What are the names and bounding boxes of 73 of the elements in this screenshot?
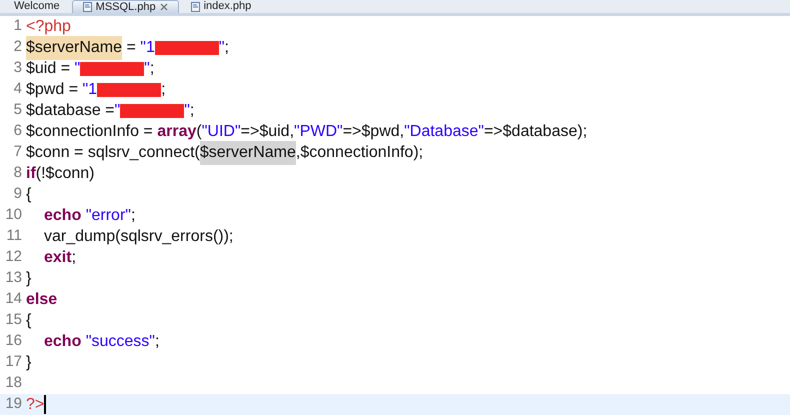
code-token: " xyxy=(184,100,190,120)
redaction-block xyxy=(97,82,162,96)
line-number: 8 xyxy=(12,163,23,184)
code-token: ; xyxy=(150,58,154,78)
line-number: 10 xyxy=(4,205,23,226)
line-number: 14 xyxy=(4,289,23,310)
code-token: " xyxy=(74,58,80,78)
code-token: " xyxy=(144,58,150,78)
redaction-block xyxy=(80,62,144,76)
code-token: ( xyxy=(196,122,202,142)
close-icon[interactable] xyxy=(160,3,168,11)
line-number: 3 xyxy=(12,58,23,78)
line-number: 4 xyxy=(12,79,23,100)
redaction-block xyxy=(120,104,184,118)
code-token: else xyxy=(26,290,58,310)
code-token: =>$database); xyxy=(484,122,588,142)
code-token: "PWD" xyxy=(294,122,343,142)
editor-tab[interactable]: MSSQL.php xyxy=(72,0,179,13)
code-token: (!$conn) xyxy=(36,164,94,184)
code-token: ; xyxy=(190,100,194,120)
code-token: ; xyxy=(72,248,76,268)
code-token: $pwd = xyxy=(26,80,80,100)
line-number: 16 xyxy=(4,331,23,352)
code-token: exit xyxy=(44,248,72,268)
code-token: { xyxy=(26,184,32,204)
line-number: 11 xyxy=(5,226,23,246)
code-token: "UID" xyxy=(202,122,241,142)
code-token: = xyxy=(125,38,137,58)
code-token: { xyxy=(26,310,32,330)
code-token: "Database" xyxy=(404,122,484,142)
line-number: 19 xyxy=(4,394,23,414)
code-token: "1 xyxy=(140,38,155,58)
code-token: $connectionInfo = xyxy=(26,122,154,142)
code-token: $conn = sqlsrv_connect( xyxy=(26,142,200,162)
code-token: } xyxy=(26,352,32,372)
line-number: 18 xyxy=(4,373,23,394)
code-token: if xyxy=(26,164,36,184)
code-token: "success" xyxy=(86,332,155,352)
code-token: ,$connectionInfo); xyxy=(296,142,424,162)
code-token: =>$uid, xyxy=(240,122,294,142)
code-token: <?php xyxy=(26,16,71,36)
code-token: ; xyxy=(224,38,229,58)
editor-tab[interactable]: Welcome xyxy=(4,0,70,13)
code-token: "1 xyxy=(82,80,98,100)
editor-tab[interactable]: index.php xyxy=(180,0,262,13)
line-number: 2 xyxy=(12,37,23,58)
code-token: ; xyxy=(161,80,166,100)
redaction-block xyxy=(154,40,219,54)
code-token: var_dump(sqlsrv_errors()); xyxy=(44,226,234,246)
code-token: =>$pwd, xyxy=(342,122,404,142)
code-token: $uid = xyxy=(26,58,72,78)
line-number: 6 xyxy=(12,121,23,142)
line-number: 15 xyxy=(4,310,23,330)
line-number: 13 xyxy=(4,268,23,288)
code-token: " xyxy=(114,100,120,120)
line-number: 7 xyxy=(12,142,23,162)
line-number: 5 xyxy=(12,100,23,120)
code-token: ?> xyxy=(26,394,44,414)
code-token: $database = xyxy=(26,100,115,120)
code-token: $serverName xyxy=(200,140,296,164)
code-token: } xyxy=(26,268,32,288)
line-number: 9 xyxy=(12,184,23,204)
line-number: 1 xyxy=(12,16,23,36)
code-token: echo xyxy=(44,332,82,352)
code-token: "error" xyxy=(86,206,131,226)
code-token: array xyxy=(157,122,196,142)
code-token: echo xyxy=(44,206,82,226)
line-number: 17 xyxy=(4,352,23,372)
line-number: 12 xyxy=(4,247,23,268)
code-token: $serverName xyxy=(26,36,122,60)
code-token: " xyxy=(218,38,225,58)
code-token: ; xyxy=(154,332,160,352)
code-token: ; xyxy=(130,206,136,226)
